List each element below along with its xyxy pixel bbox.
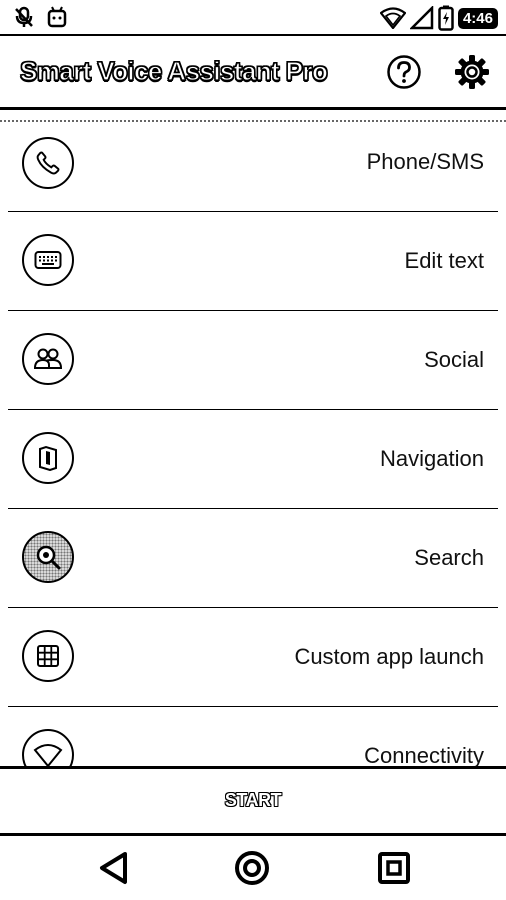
back-button[interactable] (96, 850, 132, 886)
recents-icon (378, 852, 410, 884)
list-item-label: Phone/SMS (366, 149, 484, 174)
settings-gear-icon (455, 55, 489, 89)
people-icon (33, 348, 63, 369)
wifi-icon (33, 744, 63, 766)
phone-icon (36, 151, 60, 175)
feature-list: Phone/SMS Edit text Social Navigation Se… (0, 113, 506, 766)
list-item-navigation[interactable]: Navigation (8, 410, 498, 509)
app-bar: Smart Voice Assistant Pro (0, 34, 506, 110)
recents-button[interactable] (376, 850, 412, 886)
phone-icon-circle (22, 137, 74, 189)
map-icon-circle (22, 432, 74, 484)
search-icon-circle (22, 531, 74, 583)
system-nav-bar (0, 836, 506, 900)
battery-charging-icon (438, 5, 454, 31)
list-item-label: Edit text (404, 248, 484, 273)
grid-icon-circle (22, 630, 74, 682)
help-button[interactable] (386, 54, 422, 90)
help-icon (387, 55, 421, 89)
list-item-phone-sms[interactable]: Phone/SMS (8, 113, 498, 212)
list-item-social[interactable]: Social (8, 311, 498, 410)
list-item-label: Connectivity (364, 743, 484, 766)
grid-icon (37, 645, 59, 667)
android-icon (47, 6, 67, 28)
keyboard-icon-circle (22, 234, 74, 286)
status-bar: 4:46 (0, 0, 506, 34)
home-icon (235, 851, 269, 885)
app-title: Smart Voice Assistant Pro (19, 55, 328, 86)
start-bar: START (0, 766, 506, 836)
signal-icon (409, 6, 434, 30)
keyboard-icon (34, 251, 62, 269)
list-item-custom-app-launch[interactable]: Custom app launch (8, 608, 498, 707)
list-item-label: Navigation (380, 446, 484, 471)
list-item-label: Search (414, 545, 484, 570)
mic-off-icon (15, 6, 33, 27)
wifi-icon-circle (22, 729, 74, 766)
list-item-search[interactable]: Search (8, 509, 498, 608)
list-item-label: Social (424, 347, 484, 372)
start-button[interactable]: START (225, 790, 282, 811)
search-icon (36, 545, 61, 570)
back-icon (100, 852, 127, 884)
home-button[interactable] (234, 850, 270, 886)
list-item-label: Custom app launch (294, 644, 484, 669)
settings-button[interactable] (454, 54, 490, 90)
status-time: 4:46 (457, 7, 498, 29)
list-item-edit-text[interactable]: Edit text (8, 212, 498, 311)
people-icon-circle (22, 333, 74, 385)
wifi-icon (379, 7, 406, 29)
map-icon (39, 445, 57, 471)
list-item-connectivity[interactable]: Connectivity (8, 707, 498, 766)
